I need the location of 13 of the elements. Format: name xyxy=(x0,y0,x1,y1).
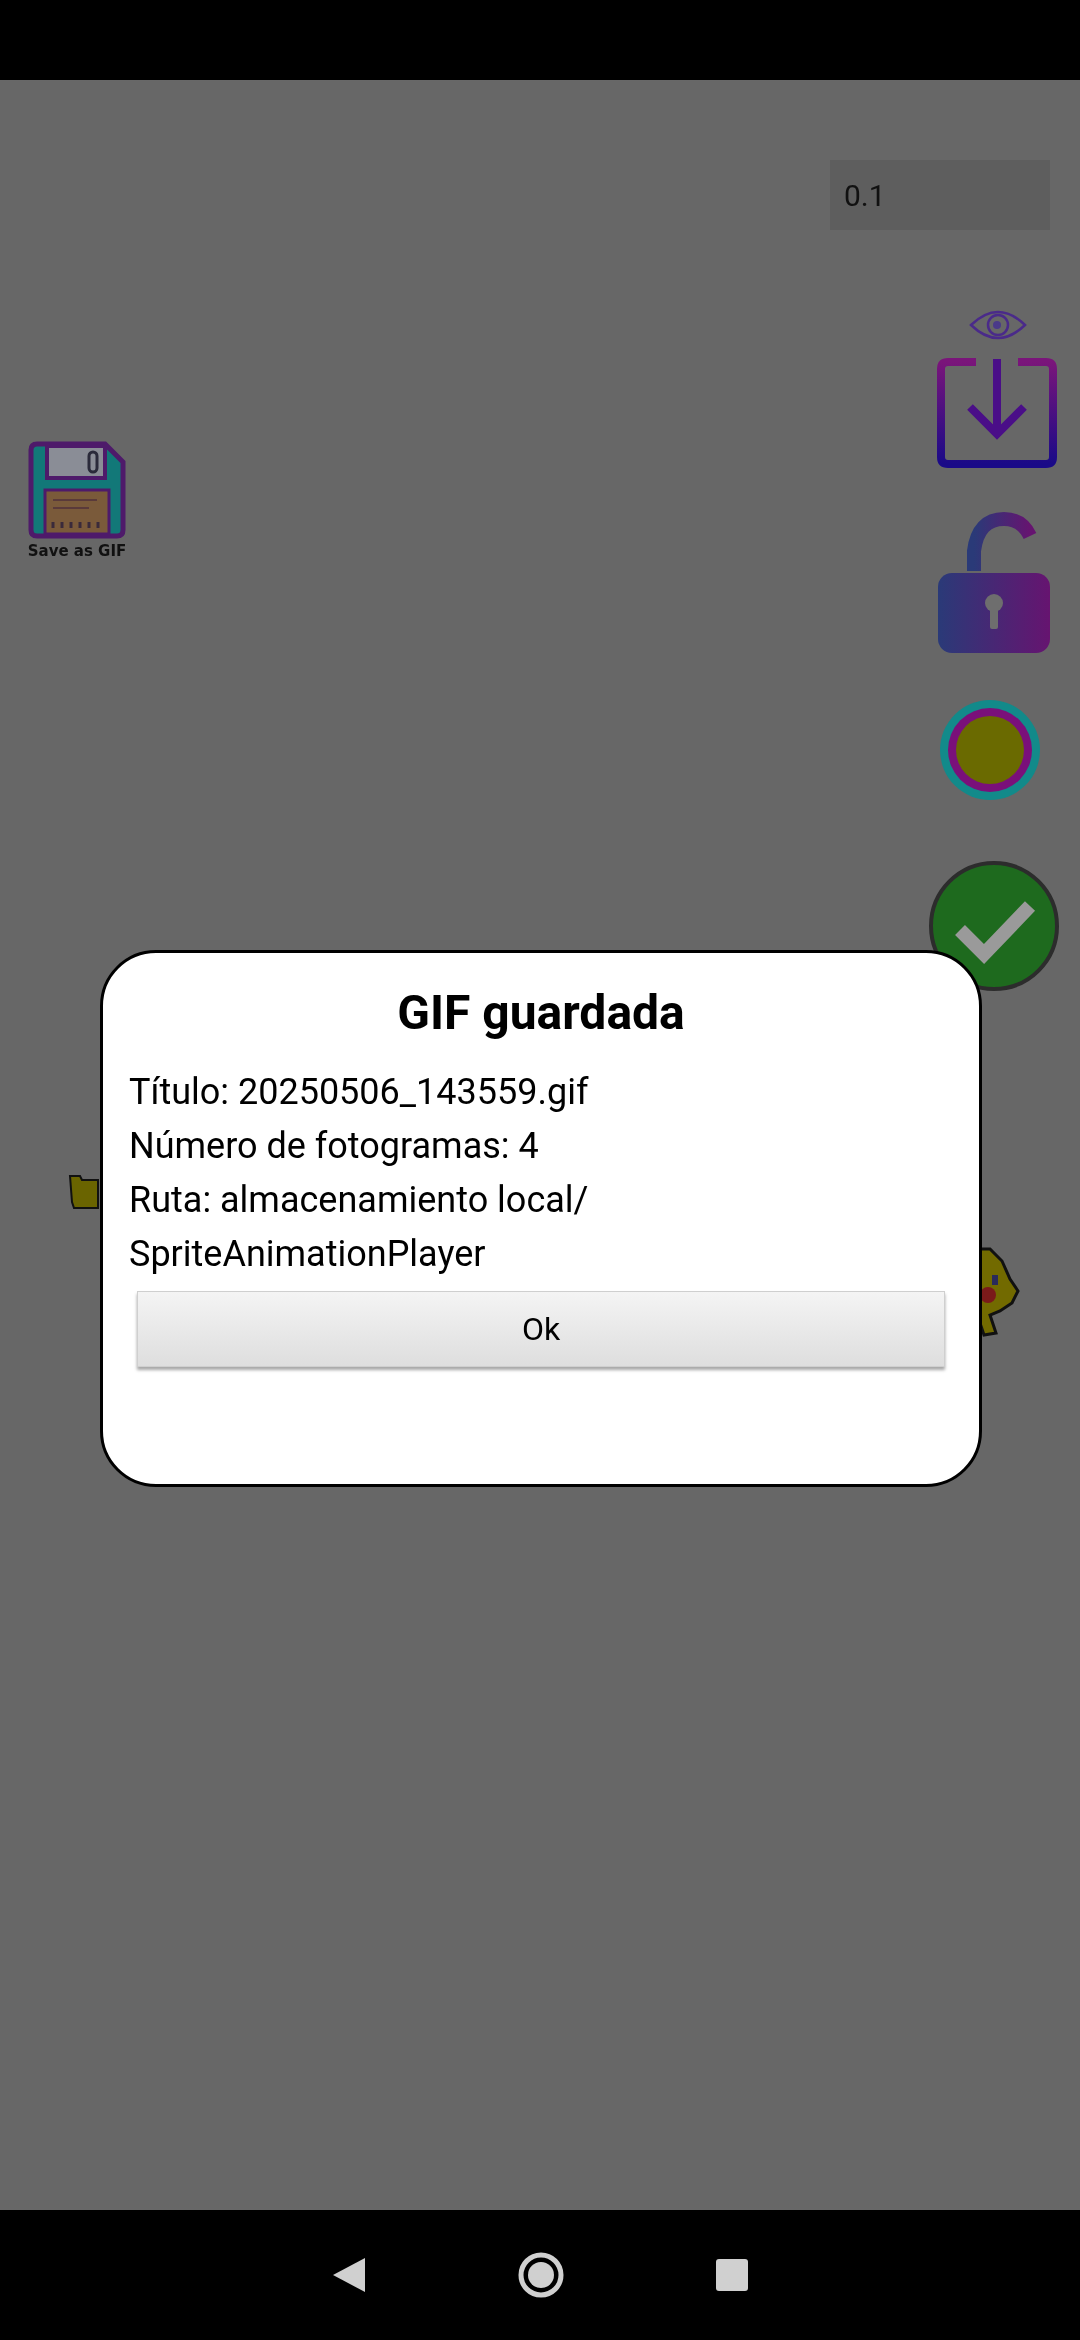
dialog-message-line: Título: 20250506_143559.gif xyxy=(129,1070,590,1115)
download-icon[interactable] xyxy=(936,357,1058,469)
dialog-message-line: Número de fotogramas: 4 xyxy=(129,1124,540,1169)
recents-button[interactable] xyxy=(715,2258,749,2292)
dialog-title: GIF guardada xyxy=(396,983,686,1043)
dialog-message-line: Ruta: almacenamiento local/ xyxy=(129,1178,590,1223)
home-button[interactable] xyxy=(517,2251,565,2299)
dialog-message-line: SpriteAnimationPlayer xyxy=(129,1232,487,1277)
ok-button[interactable]: Ok xyxy=(137,1291,945,1367)
save-as-gif-label: Save as GIF xyxy=(27,541,127,562)
color-circle-icon[interactable] xyxy=(938,698,1042,802)
back-button[interactable] xyxy=(331,2256,367,2294)
unlocked-padlock-icon[interactable] xyxy=(938,511,1050,653)
